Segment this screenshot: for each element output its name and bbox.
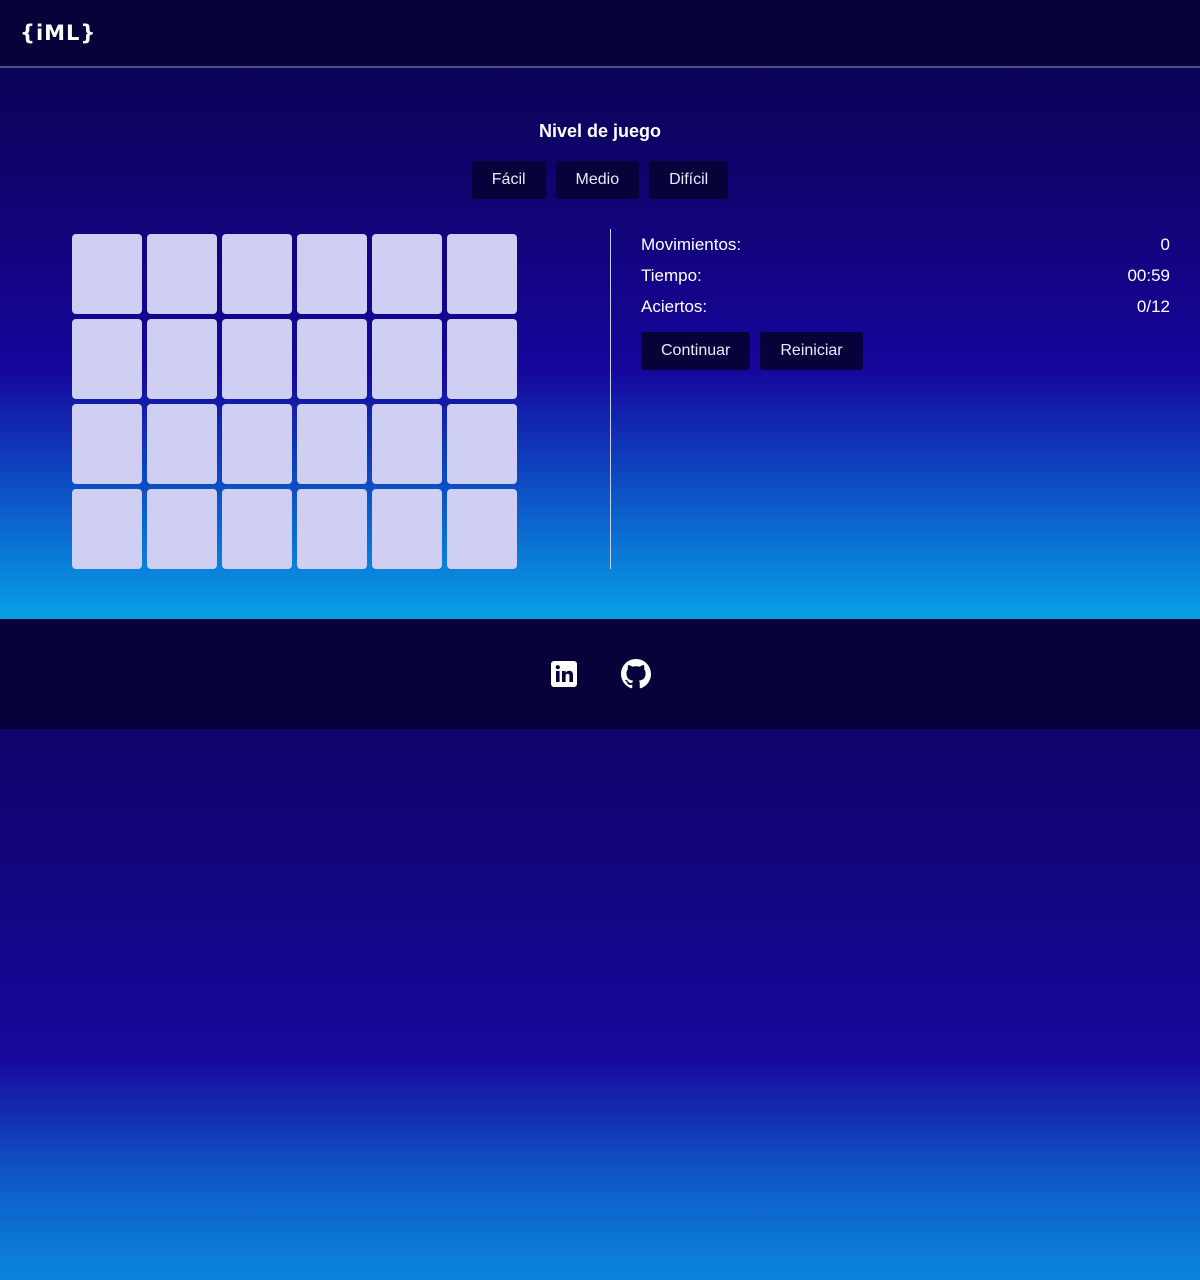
memory-card[interactable]	[372, 404, 442, 484]
memory-card[interactable]	[147, 319, 217, 399]
memory-card[interactable]	[72, 234, 142, 314]
memory-card[interactable]	[372, 489, 442, 569]
memory-card[interactable]	[222, 319, 292, 399]
time-value: 00:59	[1127, 266, 1170, 285]
memory-card[interactable]	[72, 489, 142, 569]
memory-card[interactable]	[297, 489, 367, 569]
memory-card[interactable]	[372, 234, 442, 314]
memory-card[interactable]	[72, 319, 142, 399]
stats-panel: Movimientos: 0 Tiempo: 00:59 Aciertos: 0…	[641, 234, 1170, 370]
time-row: Tiempo: 00:59	[641, 265, 1170, 296]
memory-card[interactable]	[147, 489, 217, 569]
moves-value: 0	[1160, 235, 1170, 254]
level-hard-button[interactable]: Difícil	[649, 161, 729, 199]
top-navbar: {iML}	[0, 0, 1200, 68]
memory-card[interactable]	[447, 319, 517, 399]
memory-card[interactable]	[147, 404, 217, 484]
level-title: Nivel de juego	[538, 121, 662, 141]
hits-label: Aciertos:	[641, 297, 708, 316]
footer	[0, 619, 1200, 729]
restart-button[interactable]: Reiniciar	[760, 332, 863, 370]
memory-card[interactable]	[372, 319, 442, 399]
social-links	[0, 659, 1200, 689]
memory-card[interactable]	[447, 404, 517, 484]
logo[interactable]: {iML}	[20, 21, 96, 45]
memory-card[interactable]	[222, 489, 292, 569]
hits-value: 0/12	[1136, 297, 1170, 316]
memory-card[interactable]	[447, 489, 517, 569]
moves-label: Movimientos:	[641, 235, 742, 254]
level-selector: Fácil Medio Difícil	[0, 161, 1200, 199]
github-icon[interactable]	[621, 659, 651, 689]
memory-card-grid	[72, 234, 517, 569]
moves-row: Movimientos: 0	[641, 234, 1170, 265]
memory-card[interactable]	[297, 404, 367, 484]
memory-card[interactable]	[222, 234, 292, 314]
time-label: Tiempo:	[641, 266, 702, 285]
memory-card[interactable]	[297, 319, 367, 399]
level-medium-button[interactable]: Medio	[555, 161, 640, 199]
game-area: Nivel de juego Fácil Medio Difícil Movim…	[0, 68, 1200, 619]
continue-button[interactable]: Continuar	[641, 332, 751, 370]
memory-card[interactable]	[297, 234, 367, 314]
divider	[610, 229, 611, 569]
linkedin-icon[interactable]	[549, 659, 579, 689]
memory-card[interactable]	[447, 234, 517, 314]
game-actions: Continuar Reiniciar	[641, 332, 1170, 370]
hits-row: Aciertos: 0/12	[641, 296, 1170, 327]
memory-card[interactable]	[222, 404, 292, 484]
memory-card[interactable]	[72, 404, 142, 484]
level-easy-button[interactable]: Fácil	[471, 161, 546, 199]
memory-card[interactable]	[147, 234, 217, 314]
